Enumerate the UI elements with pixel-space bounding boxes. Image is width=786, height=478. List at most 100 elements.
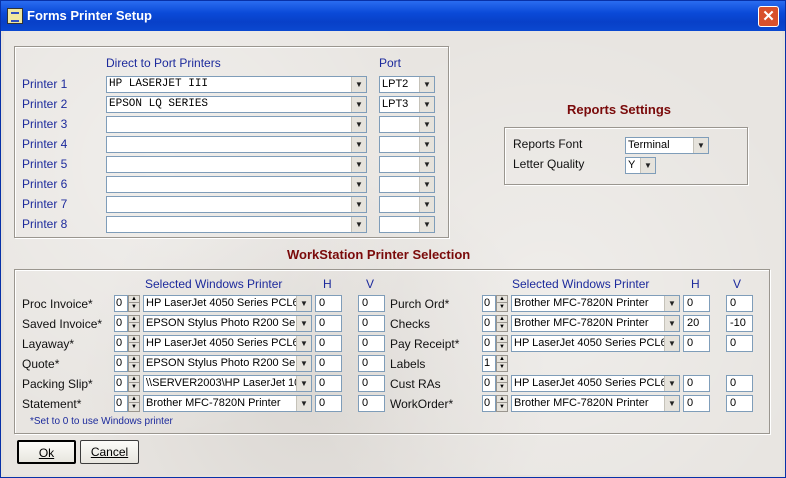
chevron-down-icon[interactable]: ▼	[664, 296, 679, 311]
right-printer-number[interactable]: 0	[482, 315, 496, 332]
left-h-offset[interactable]: 0	[315, 375, 342, 392]
left-h-offset[interactable]: 0	[315, 355, 342, 372]
chevron-down-icon[interactable]: ▼	[664, 396, 679, 411]
chevron-down-icon[interactable]: ▼	[693, 138, 708, 153]
chevron-down-icon[interactable]: ▼	[664, 316, 679, 331]
chevron-down-icon[interactable]: ▼	[296, 356, 311, 371]
left-printer-number[interactable]: 0	[114, 335, 128, 352]
port-select[interactable]: ▼	[379, 216, 435, 233]
chevron-down-icon[interactable]: ▼	[664, 376, 679, 391]
spin-down-icon[interactable]: ▼	[497, 324, 507, 331]
right-h-offset[interactable]: 0	[683, 375, 710, 392]
spin-down-icon[interactable]: ▼	[129, 384, 139, 391]
spin-up-icon[interactable]: ▲	[497, 376, 507, 383]
spin-up-icon[interactable]: ▲	[129, 396, 139, 403]
left-printer-number[interactable]: 0	[114, 395, 128, 412]
right-h-offset[interactable]: 0	[683, 395, 710, 412]
spin-down-icon[interactable]: ▼	[497, 344, 507, 351]
port-select[interactable]: LPT2 ▼	[379, 76, 435, 93]
right-windows-printer-select[interactable]: Brother MFC-7820N Printer ▼	[511, 395, 680, 412]
left-v-offset[interactable]: 0	[358, 355, 385, 372]
right-windows-printer-select[interactable]: Brother MFC-7820N Printer ▼	[511, 295, 680, 312]
right-h-offset[interactable]: 0	[683, 335, 710, 352]
port-select[interactable]: ▼	[379, 156, 435, 173]
chevron-down-icon[interactable]: ▼	[640, 158, 655, 173]
right-v-offset[interactable]: 0	[726, 335, 753, 352]
right-printer-number[interactable]: 0	[482, 375, 496, 392]
ok-button[interactable]: Ok	[17, 440, 76, 464]
port-printer-select[interactable]: ▼	[106, 216, 367, 233]
cancel-button[interactable]: Cancel	[80, 440, 139, 464]
left-number-spinner[interactable]: ▲ ▼	[128, 395, 140, 412]
right-v-offset[interactable]: 0	[726, 375, 753, 392]
left-h-offset[interactable]: 0	[315, 295, 342, 312]
chevron-down-icon[interactable]: ▼	[296, 336, 311, 351]
port-printer-select[interactable]: HP LASERJET III ▼	[106, 76, 367, 93]
chevron-down-icon[interactable]: ▼	[419, 217, 434, 232]
right-v-offset[interactable]: -10	[726, 315, 753, 332]
left-v-offset[interactable]: 0	[358, 295, 385, 312]
chevron-down-icon[interactable]: ▼	[419, 197, 434, 212]
right-h-offset[interactable]: 0	[683, 295, 710, 312]
left-v-offset[interactable]: 0	[358, 315, 385, 332]
chevron-down-icon[interactable]: ▼	[351, 217, 366, 232]
right-h-offset[interactable]: 20	[683, 315, 710, 332]
spin-down-icon[interactable]: ▼	[129, 364, 139, 371]
spin-down-icon[interactable]: ▼	[129, 404, 139, 411]
left-windows-printer-select[interactable]: HP LaserJet 4050 Series PCL6 ▼	[143, 335, 312, 352]
left-printer-number[interactable]: 0	[114, 315, 128, 332]
port-printer-select[interactable]: ▼	[106, 136, 367, 153]
left-windows-printer-select[interactable]: EPSON Stylus Photo R200 Series ▼	[143, 355, 312, 372]
chevron-down-icon[interactable]: ▼	[351, 177, 366, 192]
left-windows-printer-select[interactable]: EPSON Stylus Photo R200 Series ▼	[143, 315, 312, 332]
spin-up-icon[interactable]: ▲	[129, 376, 139, 383]
chevron-down-icon[interactable]: ▼	[351, 77, 366, 92]
left-v-offset[interactable]: 0	[358, 335, 385, 352]
right-number-spinner[interactable]: ▲ ▼	[496, 295, 508, 312]
chevron-down-icon[interactable]: ▼	[351, 137, 366, 152]
port-select[interactable]: ▼	[379, 176, 435, 193]
left-h-offset[interactable]: 0	[315, 395, 342, 412]
left-number-spinner[interactable]: ▲ ▼	[128, 335, 140, 352]
right-number-spinner[interactable]: ▲ ▼	[496, 375, 508, 392]
right-windows-printer-select[interactable]: Brother MFC-7820N Printer ▼	[511, 315, 680, 332]
reports-font-select[interactable]: Terminal ▼	[625, 137, 709, 154]
spin-up-icon[interactable]: ▲	[497, 296, 507, 303]
chevron-down-icon[interactable]: ▼	[351, 117, 366, 132]
left-printer-number[interactable]: 0	[114, 355, 128, 372]
spin-up-icon[interactable]: ▲	[497, 336, 507, 343]
port-select[interactable]: LPT3 ▼	[379, 96, 435, 113]
right-number-spinner[interactable]: ▲ ▼	[496, 395, 508, 412]
left-number-spinner[interactable]: ▲ ▼	[128, 315, 140, 332]
spin-down-icon[interactable]: ▼	[497, 404, 507, 411]
port-printer-select[interactable]: ▼	[106, 156, 367, 173]
right-printer-number[interactable]: 0	[482, 395, 496, 412]
chevron-down-icon[interactable]: ▼	[419, 177, 434, 192]
chevron-down-icon[interactable]: ▼	[296, 376, 311, 391]
left-printer-number[interactable]: 0	[114, 375, 128, 392]
left-printer-number[interactable]: 0	[114, 295, 128, 312]
chevron-down-icon[interactable]: ▼	[296, 296, 311, 311]
spin-up-icon[interactable]: ▲	[129, 336, 139, 343]
port-printer-select[interactable]: ▼	[106, 176, 367, 193]
port-printer-select[interactable]: ▼	[106, 196, 367, 213]
left-windows-printer-select[interactable]: Brother MFC-7820N Printer ▼	[143, 395, 312, 412]
spin-down-icon[interactable]: ▼	[497, 304, 507, 311]
chevron-down-icon[interactable]: ▼	[419, 137, 434, 152]
spin-down-icon[interactable]: ▼	[129, 324, 139, 331]
spin-up-icon[interactable]: ▲	[129, 316, 139, 323]
close-button[interactable]: ✕	[758, 6, 779, 27]
left-v-offset[interactable]: 0	[358, 395, 385, 412]
chevron-down-icon[interactable]: ▼	[351, 97, 366, 112]
spin-up-icon[interactable]: ▲	[129, 296, 139, 303]
right-v-offset[interactable]: 0	[726, 395, 753, 412]
letter-quality-select[interactable]: Y ▼	[625, 157, 656, 174]
spin-up-icon[interactable]: ▲	[497, 356, 507, 363]
chevron-down-icon[interactable]: ▼	[351, 157, 366, 172]
chevron-down-icon[interactable]: ▼	[664, 336, 679, 351]
port-printer-select[interactable]: EPSON LQ SERIES ▼	[106, 96, 367, 113]
right-printer-number[interactable]: 0	[482, 335, 496, 352]
left-number-spinner[interactable]: ▲ ▼	[128, 295, 140, 312]
port-select[interactable]: ▼	[379, 196, 435, 213]
right-number-spinner[interactable]: ▲ ▼	[496, 355, 508, 372]
